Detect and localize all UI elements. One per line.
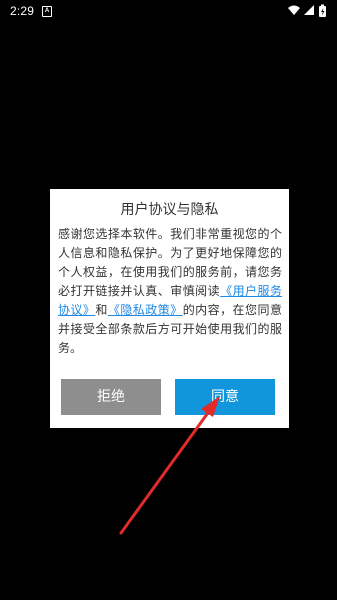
status-icons: [287, 3, 329, 19]
refuse-button[interactable]: 拒绝: [61, 379, 161, 415]
dialog-body: 感谢您选择本软件。我们非常重视您的个人信息和隐私保护。为了更好地保障您的个人权益…: [58, 225, 282, 358]
privacy-policy-link[interactable]: 《隐私政策》: [108, 303, 183, 317]
and-text: 和: [95, 303, 108, 317]
signal-icon: [304, 5, 314, 15]
a-icon: A: [42, 6, 52, 17]
privacy-dialog: 用户协议与隐私 感谢您选择本软件。我们非常重视您的个人信息和隐私保护。为了更好地…: [50, 189, 289, 428]
battery-charging-icon: [319, 4, 326, 17]
dialog-title: 用户协议与隐私: [120, 202, 219, 218]
status-bar: 2:29 A: [0, 0, 337, 22]
agree-button[interactable]: 同意: [175, 379, 275, 415]
wifi-icon: [288, 5, 300, 15]
status-time: 2:29: [10, 4, 35, 18]
